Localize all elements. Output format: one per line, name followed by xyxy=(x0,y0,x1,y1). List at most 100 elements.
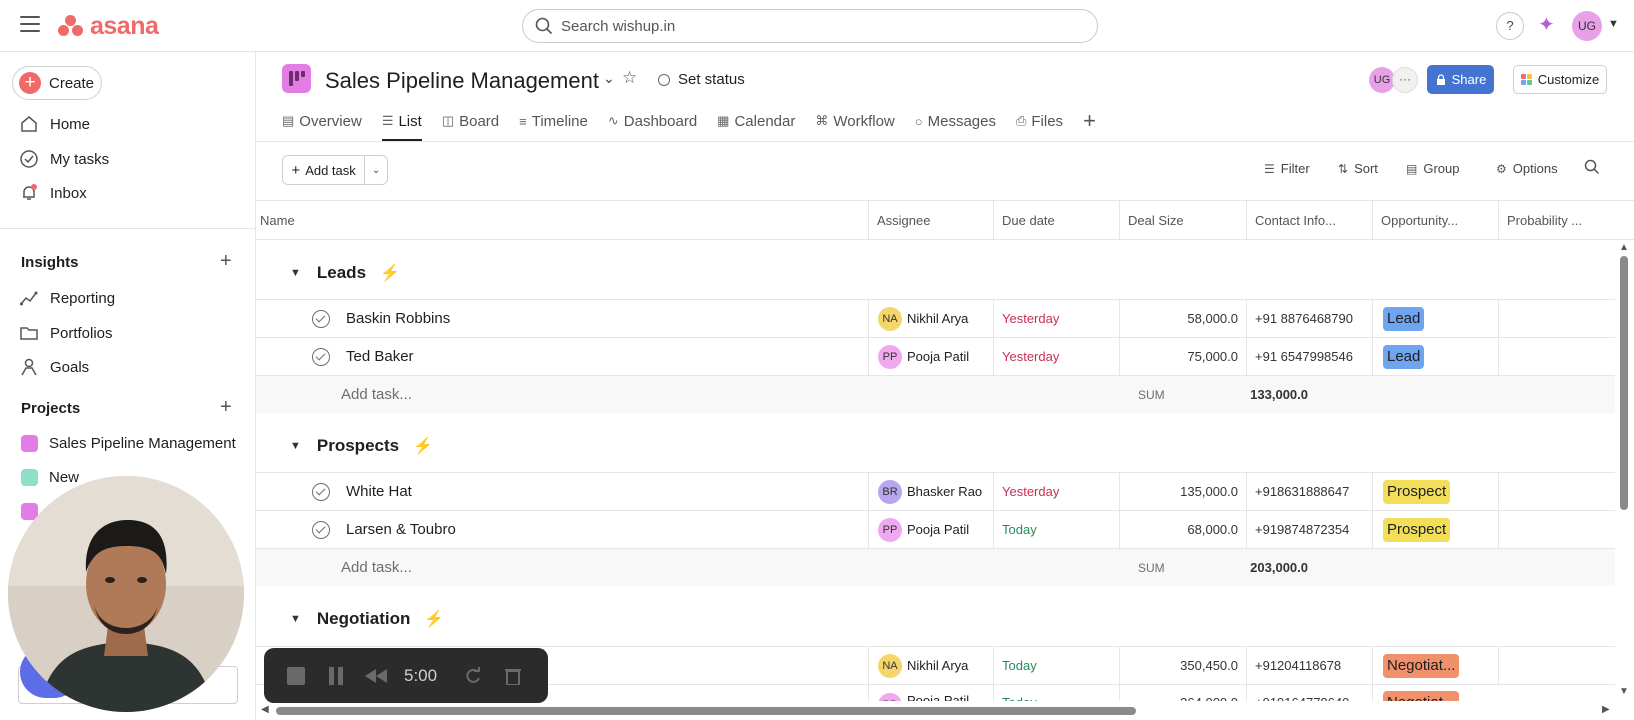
complete-check-icon[interactable] xyxy=(312,309,330,328)
assignee-cell[interactable]: NA Nikhil Arya xyxy=(868,647,993,684)
sidebar-item-my-tasks[interactable]: My tasks xyxy=(18,145,109,173)
sidebar-item-inbox[interactable]: Inbox xyxy=(18,179,87,207)
deal-size-cell[interactable]: 135,000.0 xyxy=(1119,473,1246,510)
probability-cell[interactable] xyxy=(1498,473,1616,510)
contact-info-cell[interactable]: +919874872354 xyxy=(1246,511,1372,548)
due-date-cell[interactable]: Yesterday xyxy=(993,338,1119,375)
probability-cell[interactable] xyxy=(1498,338,1616,375)
assignee-cell[interactable]: NA Nikhil Arya xyxy=(868,300,993,337)
deal-size-cell[interactable]: 75,000.0 xyxy=(1119,338,1246,375)
contact-info-cell[interactable]: +91204118678 xyxy=(1246,647,1372,684)
complete-check-icon[interactable] xyxy=(312,482,330,501)
sidebar-item-portfolios[interactable]: Portfolios xyxy=(18,319,113,347)
due-date-cell[interactable]: Yesterday xyxy=(993,473,1119,510)
opportunity-cell[interactable]: Lead xyxy=(1372,338,1498,375)
assignee-cell[interactable]: BR Bhasker Rao xyxy=(868,473,993,510)
task-name-cell[interactable]: Larsen & Toubro xyxy=(256,511,868,548)
pause-icon[interactable] xyxy=(324,664,348,688)
asana-logo[interactable]: asana xyxy=(58,12,159,40)
scroll-up-icon[interactable]: ▲ xyxy=(1619,242,1629,253)
due-date-cell[interactable]: Yesterday xyxy=(993,300,1119,337)
scrollbar-thumb[interactable] xyxy=(276,707,1136,715)
search-bar[interactable] xyxy=(522,9,1098,43)
contact-info-cell[interactable]: +91 6547998546 xyxy=(1246,338,1372,375)
add-task-button[interactable]: + Add task xyxy=(283,156,366,184)
more-members-button[interactable]: ··· xyxy=(1392,67,1418,93)
scroll-down-icon[interactable]: ▼ xyxy=(1619,686,1629,697)
project-title[interactable]: Sales Pipeline Management xyxy=(325,68,599,94)
probability-cell[interactable] xyxy=(1498,511,1616,548)
column-header-name[interactable]: Name xyxy=(231,201,868,240)
due-date-cell[interactable]: Today xyxy=(993,511,1119,548)
sidebar-item-sales-pipeline[interactable]: Sales Pipeline Management xyxy=(18,429,236,457)
trash-icon[interactable] xyxy=(501,664,525,688)
lightning-icon[interactable]: ⚡ xyxy=(424,609,444,629)
tab-workflow[interactable]: ⌘ Workflow xyxy=(815,104,894,138)
contact-info-cell[interactable]: +91 8876468790 xyxy=(1246,300,1372,337)
complete-check-icon[interactable] xyxy=(312,520,330,539)
tab-dashboard[interactable]: ∿ Dashboard xyxy=(608,104,697,138)
lightning-icon[interactable]: ⚡ xyxy=(413,436,433,456)
chevron-down-icon[interactable]: ▼ xyxy=(1608,18,1619,30)
tab-calendar[interactable]: ▦ Calendar xyxy=(717,104,795,138)
lightning-icon[interactable]: ⚡ xyxy=(380,263,400,283)
opportunity-cell[interactable]: Prospect xyxy=(1372,511,1498,548)
contact-info-cell[interactable]: +918631888647 xyxy=(1246,473,1372,510)
chevron-down-icon[interactable]: ⌄ xyxy=(603,70,615,87)
tab-timeline[interactable]: ≡ Timeline xyxy=(519,104,588,138)
task-name-cell[interactable]: Baskin Robbins xyxy=(256,300,868,337)
ai-sparkle-icon[interactable]: ✦ xyxy=(1538,12,1555,37)
due-date-cell[interactable]: Today xyxy=(993,647,1119,684)
column-header-contact-info[interactable]: Contact Info... xyxy=(1246,201,1372,240)
deal-size-cell[interactable]: 58,000.0 xyxy=(1119,300,1246,337)
probability-cell[interactable] xyxy=(1498,647,1616,684)
probability-cell[interactable] xyxy=(1498,300,1616,337)
tab-board[interactable]: ◫ Board xyxy=(442,104,499,138)
column-header-assignee[interactable]: Assignee xyxy=(868,201,993,240)
customize-button[interactable]: Customize xyxy=(1513,65,1607,94)
create-button[interactable]: + Create xyxy=(12,66,102,100)
restart-icon[interactable] xyxy=(461,664,485,688)
task-name-cell[interactable]: White Hat xyxy=(256,473,868,510)
tab-messages[interactable]: ○ Messages xyxy=(915,104,996,138)
column-header-opportunity[interactable]: Opportunity... xyxy=(1372,201,1498,240)
deal-size-cell[interactable]: 350,450.0 xyxy=(1119,647,1246,684)
table-row[interactable]: Larsen & Toubro PP Pooja Patil Today 68,0… xyxy=(256,510,1616,548)
assignee-cell[interactable]: PP Pooja Patil xyxy=(868,511,993,548)
add-task-dropdown[interactable]: ⌄ xyxy=(365,156,387,184)
section-header-leads[interactable]: ▼ Leads ⚡ xyxy=(256,248,1616,298)
caret-down-icon[interactable]: ▼ xyxy=(290,267,301,279)
deal-size-cell[interactable]: 68,000.0 xyxy=(1119,511,1246,548)
column-header-due-date[interactable]: Due date xyxy=(993,201,1119,240)
opportunity-cell[interactable]: Lead xyxy=(1372,300,1498,337)
column-header-deal-size[interactable]: Deal Size xyxy=(1119,201,1246,240)
sort-button[interactable]: ⇅ Sort xyxy=(1338,161,1378,176)
sidebar-item-home[interactable]: Home xyxy=(18,110,90,138)
table-search-icon[interactable] xyxy=(1584,159,1600,178)
projects-title[interactable]: Projects xyxy=(21,400,80,417)
vertical-scrollbar[interactable]: ▲ ▼ xyxy=(1615,240,1634,697)
tab-list[interactable]: ☰ List xyxy=(381,104,422,141)
table-row[interactable]: Baskin Robbins NA Nikhil Arya Yesterday 5… xyxy=(256,299,1616,337)
add-task-row[interactable]: Add task... SUM 133,000.0 xyxy=(256,375,1616,413)
set-status-button[interactable]: Set status xyxy=(658,71,745,88)
options-button[interactable]: ⚙ Options xyxy=(1496,161,1558,176)
search-input[interactable] xyxy=(561,17,1061,35)
help-button[interactable]: ? xyxy=(1496,12,1524,40)
add-task-row[interactable]: Add task... SUM 203,000.0 xyxy=(256,548,1616,586)
task-name-cell[interactable]: Ted Baker xyxy=(256,338,868,375)
add-task-inline[interactable]: Add task... xyxy=(341,386,412,403)
add-insight-plus-icon[interactable]: + xyxy=(220,250,232,273)
table-row[interactable]: Ted Baker PP Pooja Patil Yesterday 75,000… xyxy=(256,337,1616,375)
share-button[interactable]: Share xyxy=(1427,65,1494,94)
scroll-left-icon[interactable]: ◀ xyxy=(261,704,269,715)
caret-down-icon[interactable]: ▼ xyxy=(290,613,301,625)
tab-files[interactable]: ⎙ Files xyxy=(1016,104,1063,138)
opportunity-cell[interactable]: Prospect xyxy=(1372,473,1498,510)
user-avatar[interactable]: UG xyxy=(1572,11,1602,41)
group-button[interactable]: ▤ Group xyxy=(1406,161,1459,176)
scrollbar-thumb[interactable] xyxy=(1620,256,1628,510)
section-header-negotiation[interactable]: ▼ Negotiation ⚡ xyxy=(256,594,1616,644)
add-tab-plus-icon[interactable]: + xyxy=(1083,108,1096,134)
insights-title[interactable]: Insights xyxy=(21,254,79,271)
